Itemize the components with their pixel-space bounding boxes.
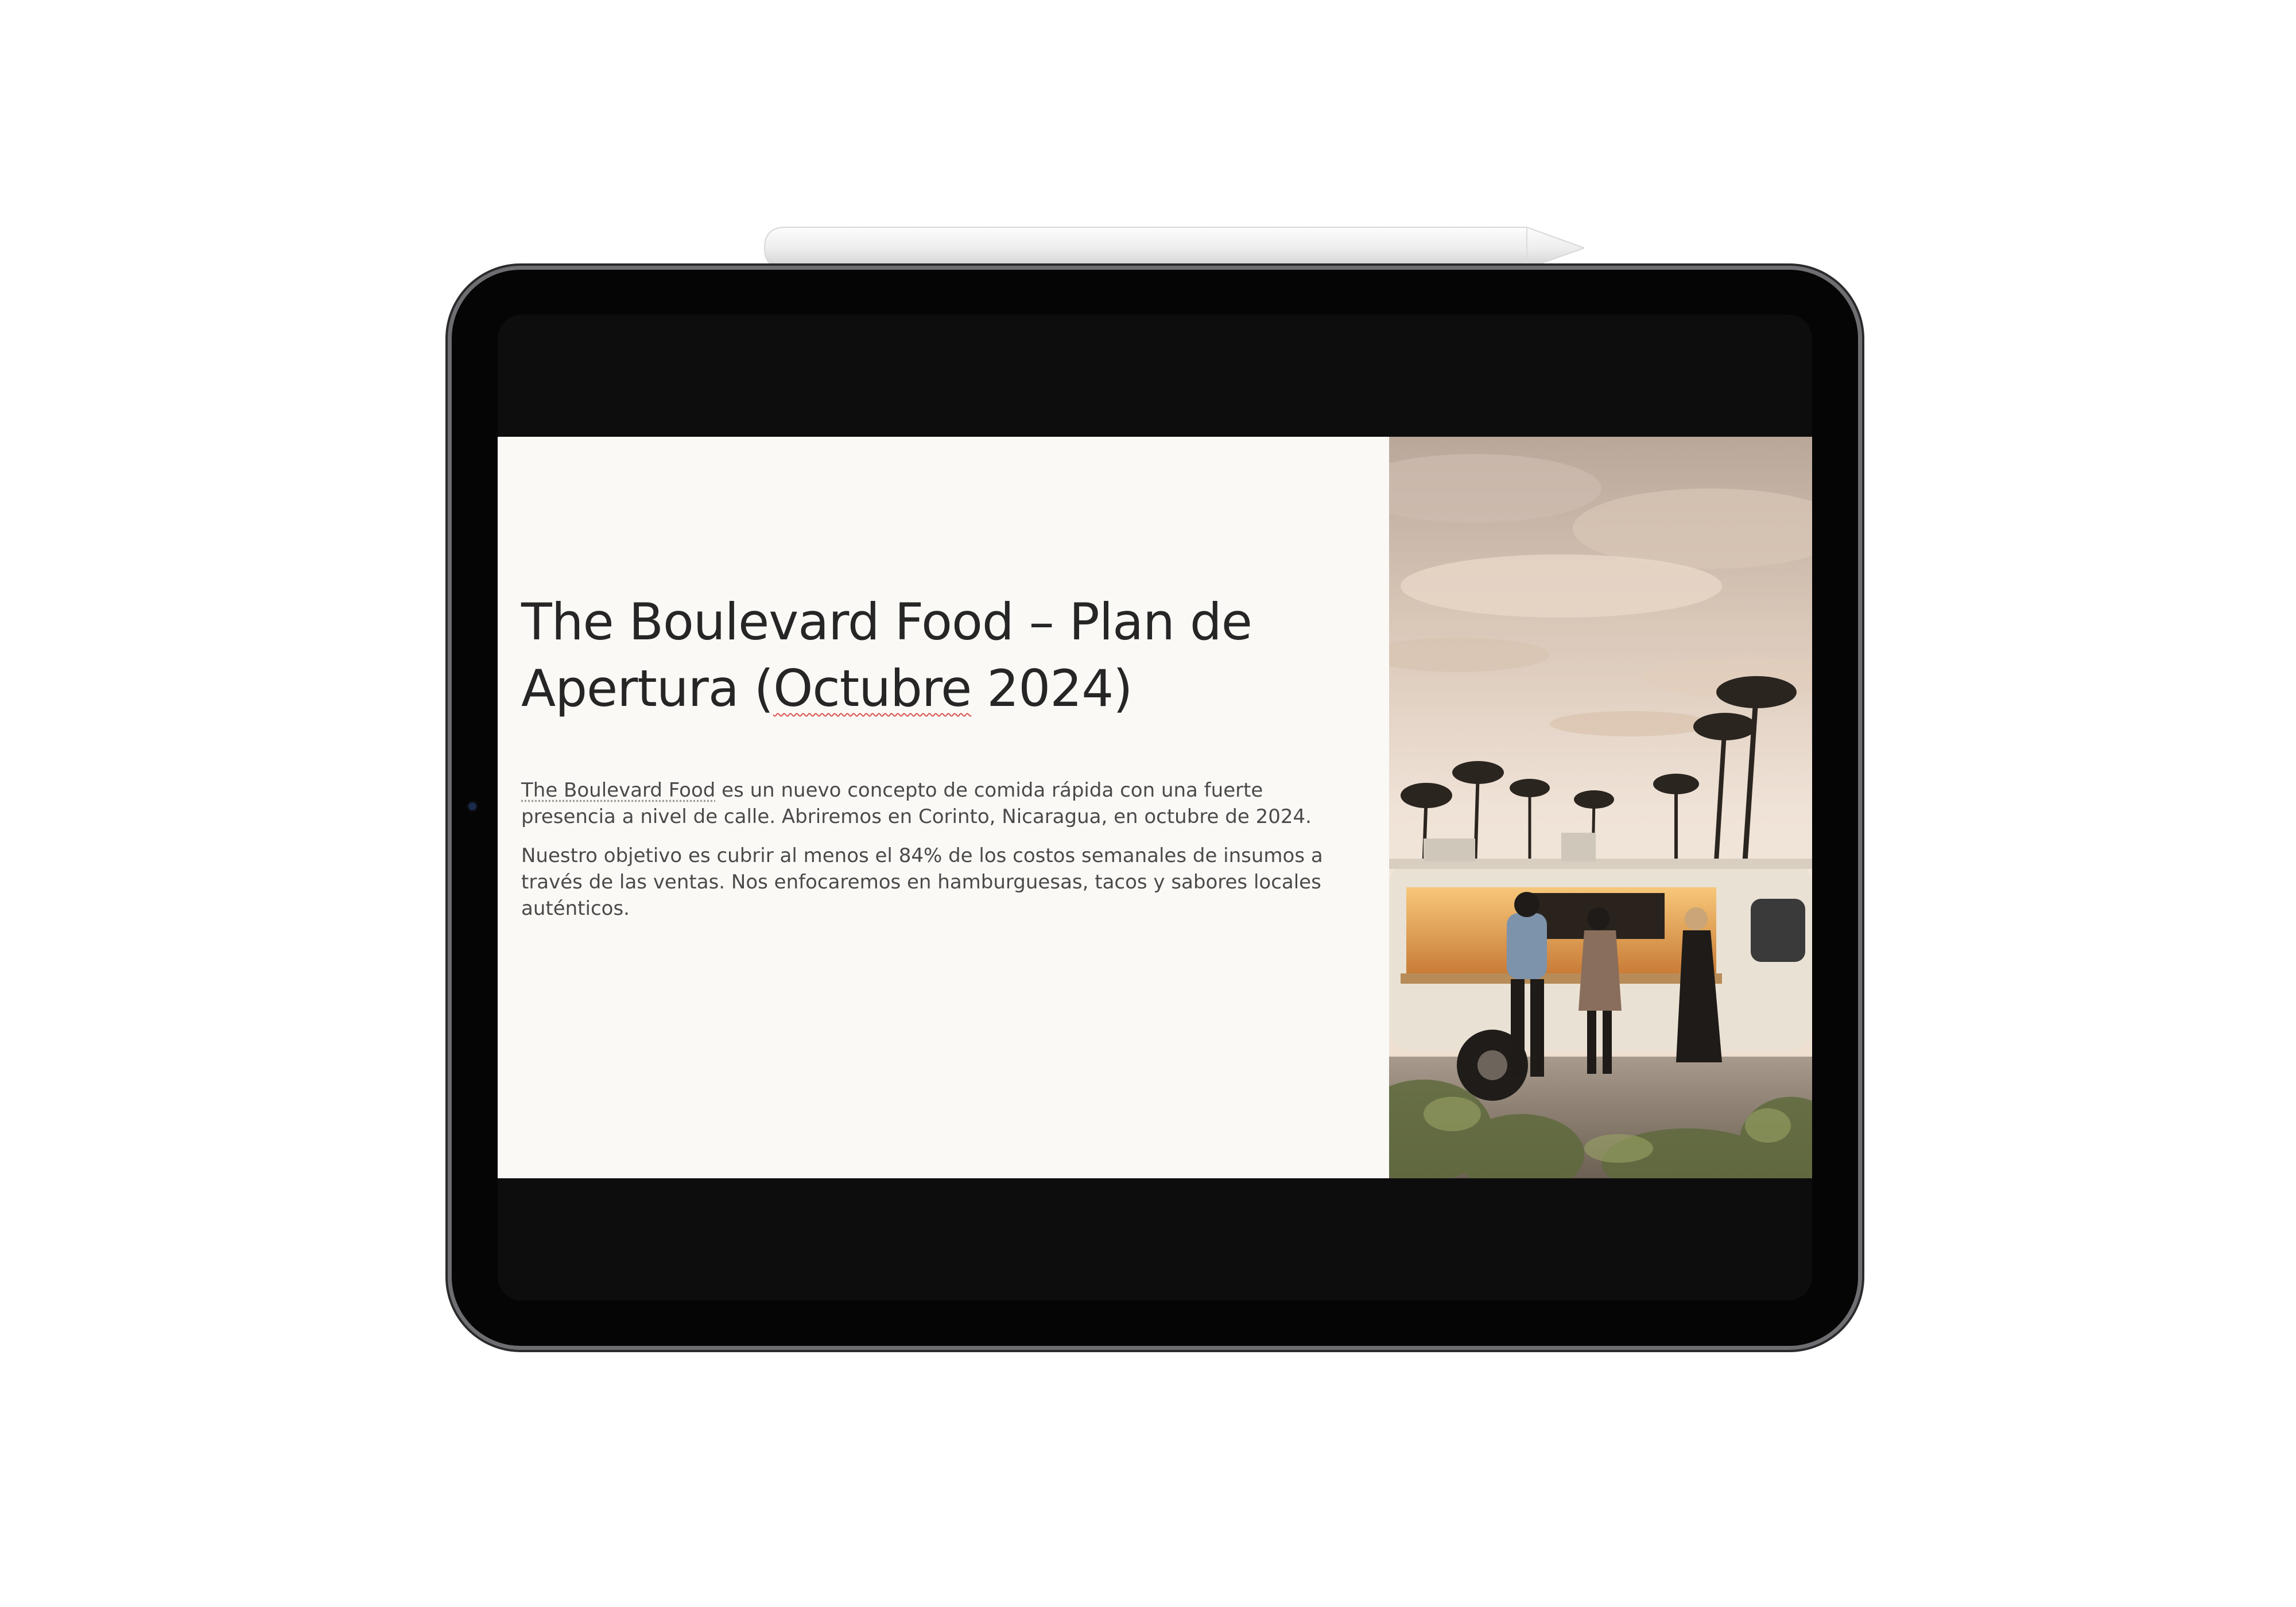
- spellcheck-flagged-word: Octubre: [773, 659, 972, 718]
- body-paragraph-1: The Boulevard Food es un nuevo concepto …: [521, 779, 1312, 828]
- front-camera-icon: [468, 802, 476, 810]
- slide-text-column: The Boulevard Food – Plan de Apertura (O…: [521, 589, 1359, 934]
- brand-name: The Boulevard Food: [521, 779, 716, 802]
- device-mockup-scene: The Boulevard Food – Plan de Apertura (O…: [0, 0, 2296, 1607]
- stylus-pencil: [763, 227, 1584, 269]
- tablet-screen: The Boulevard Food – Plan de Apertura (O…: [498, 315, 1812, 1301]
- food-truck-photo[interactable]: [1389, 437, 1812, 1178]
- presentation-slide: The Boulevard Food – Plan de Apertura (O…: [498, 437, 1812, 1178]
- slide-title[interactable]: The Boulevard Food – Plan de Apertura (O…: [521, 589, 1359, 722]
- slide-body[interactable]: The Boulevard Food es un nuevo concepto …: [521, 777, 1359, 922]
- body-paragraph-2: Nuestro objetivo es cubrir al menos el 8…: [521, 844, 1323, 920]
